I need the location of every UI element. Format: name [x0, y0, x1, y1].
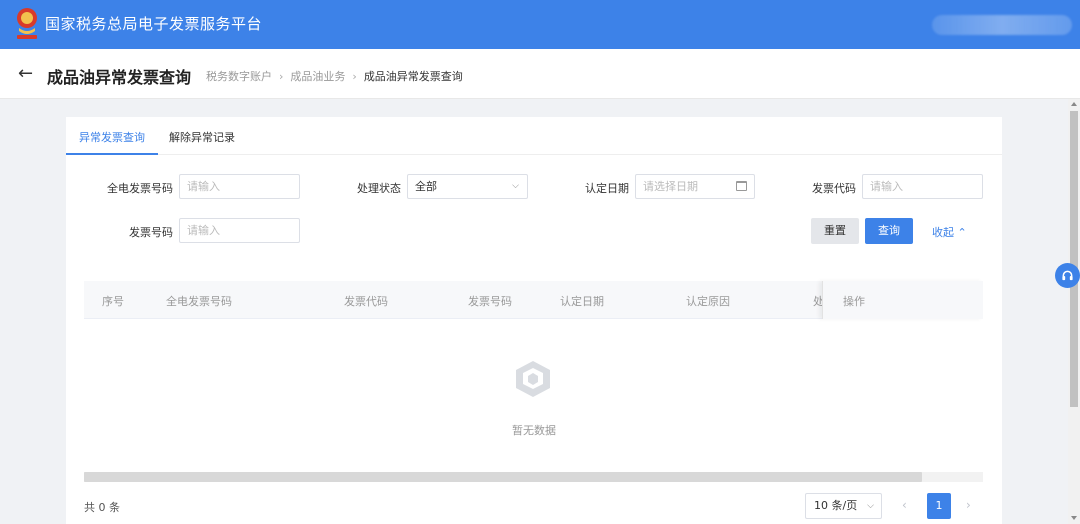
active-tab-indicator — [66, 153, 158, 155]
collapse-link[interactable]: 收起 ⌃ — [932, 224, 967, 240]
top-bar: 国家税务总局电子发票服务平台 — [0, 0, 1080, 49]
col-header-actions: 操作 — [843, 295, 865, 308]
page-size-value: 10 条/页 — [814, 499, 858, 512]
empty-box-icon — [516, 361, 550, 397]
main-card: 异常发票查询 解除异常记录 全电发票号码 请输入 处理状态 全部 ⌵ 认定日期 … — [66, 117, 1002, 524]
chevron-down-icon: ⌵ — [512, 181, 519, 191]
horizontal-scrollbar-thumb[interactable] — [84, 472, 922, 482]
invoice-no-label: 发票号码 — [129, 226, 173, 239]
cert-date-placeholder: 请选择日期 — [643, 180, 698, 193]
page-scrollbar-thumb[interactable] — [1070, 111, 1078, 407]
col-header-einvoice-no: 全电发票号码 — [166, 295, 232, 308]
chevron-down-icon: ⌵ — [867, 501, 874, 511]
status-label: 处理状态 — [357, 182, 401, 195]
scroll-down-arrow-icon[interactable] — [1071, 516, 1077, 520]
breadcrumb-separator: › — [352, 69, 357, 83]
einvoice-no-input[interactable]: 请输入 — [179, 174, 300, 199]
fixed-column-header: 操作 — [822, 281, 983, 319]
invoice-code-label: 发票代码 — [812, 182, 856, 195]
page-header: ← 成品油异常发票查询 税务数字账户 › 成品油业务 › 成品油异常发票查询 — [0, 49, 1080, 99]
col-header-index: 序号 — [102, 295, 124, 308]
table-header: 序号 全电发票号码 发票代码 发票号码 认定日期 认定原因 处 操作 — [84, 281, 983, 319]
query-button[interactable]: 查询 — [865, 218, 913, 244]
horizontal-scrollbar[interactable] — [84, 472, 983, 482]
next-page-button[interactable]: › — [966, 498, 971, 512]
col-header-invoice-no: 发票号码 — [468, 295, 512, 308]
prev-page-button[interactable]: ‹ — [902, 498, 907, 512]
tab-release-records[interactable]: 解除异常记录 — [169, 129, 235, 145]
cert-date-label: 认定日期 — [585, 182, 629, 195]
breadcrumb-separator: › — [279, 69, 284, 83]
breadcrumb-item[interactable]: 成品油业务 — [290, 68, 345, 84]
calendar-icon — [736, 181, 747, 191]
tab-bar: 异常发票查询 解除异常记录 — [66, 117, 1002, 155]
invoice-code-input[interactable]: 请输入 — [862, 174, 983, 199]
headset-icon — [1062, 270, 1073, 281]
status-select-value: 全部 — [415, 180, 437, 193]
col-header-invoice-code: 发票代码 — [344, 295, 388, 308]
reset-button[interactable]: 重置 — [811, 218, 859, 244]
app-title: 国家税务总局电子发票服务平台 — [45, 15, 263, 33]
page-scrollbar[interactable] — [1068, 99, 1080, 524]
page-title: 成品油异常发票查询 — [47, 68, 192, 87]
invoice-no-input[interactable]: 请输入 — [179, 218, 300, 243]
breadcrumb-current: 成品油异常发票查询 — [363, 70, 463, 83]
status-select[interactable]: 全部 ⌵ — [407, 174, 528, 199]
back-arrow-icon[interactable]: ← — [18, 63, 33, 84]
scroll-up-arrow-icon[interactable] — [1071, 102, 1077, 106]
user-info[interactable] — [932, 15, 1072, 35]
emblem-icon — [17, 8, 37, 39]
page-size-select[interactable]: 10 条/页 ⌵ — [805, 493, 882, 519]
empty-text: 暂无数据 — [512, 424, 556, 437]
tab-abnormal-query[interactable]: 异常发票查询 — [79, 129, 145, 145]
page-number-current[interactable]: 1 — [927, 493, 951, 519]
col-header-cert-reason: 认定原因 — [686, 295, 730, 308]
total-count: 共 0 条 — [84, 501, 120, 514]
einvoice-no-label: 全电发票号码 — [107, 182, 173, 195]
cert-date-picker[interactable]: 请选择日期 — [635, 174, 755, 199]
breadcrumb-item[interactable]: 税务数字账户 — [206, 68, 272, 84]
customer-support-button[interactable] — [1055, 263, 1080, 288]
col-header-cert-date: 认定日期 — [560, 295, 604, 308]
breadcrumb: 税务数字账户 › 成品油业务 › 成品油异常发票查询 — [206, 68, 463, 84]
